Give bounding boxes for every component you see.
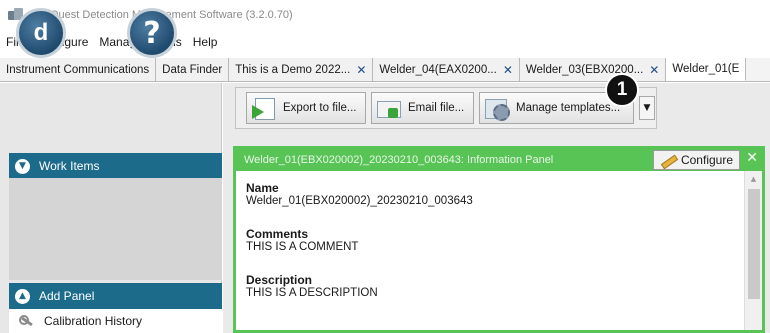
callout-marker: 1	[605, 73, 639, 107]
description-label: Description	[246, 273, 313, 287]
export-label: Export to file...	[283, 102, 357, 114]
email-label: Email file...	[408, 102, 465, 114]
close-icon[interactable]: ✕	[356, 63, 366, 77]
close-icon[interactable]: ✕	[746, 150, 758, 166]
tab-data-finder[interactable]: Data Finder	[156, 58, 230, 81]
templates-label: Manage templates...	[516, 102, 621, 114]
title-bar: TSI|Quest Detection Management Software …	[0, 0, 770, 30]
export-icon	[251, 96, 277, 120]
chevron-down-icon: ▼	[15, 158, 30, 174]
dashboard-logo-icon[interactable]: d	[16, 8, 66, 58]
scroll-thumb[interactable]	[748, 189, 760, 299]
menu-help[interactable]: Help	[193, 35, 218, 49]
close-icon[interactable]: ✕	[649, 63, 659, 77]
configure-button[interactable]: Configure	[652, 150, 740, 170]
document-tabs: Instrument Communications Data Finder Th…	[0, 58, 770, 82]
menu-bar: File Configure Manage Tools Help	[0, 30, 770, 54]
name-label: Name	[246, 181, 279, 195]
tab-welder-01[interactable]: Welder_01(E	[666, 58, 747, 81]
pencil-icon	[660, 153, 676, 167]
tab-instrument-communications[interactable]: Instrument Communications	[0, 58, 157, 81]
information-panel: Welder_01(EBX020002)_20230210_003643: In…	[233, 146, 765, 333]
calibration-history-label: Calibration History	[44, 314, 143, 328]
work-items-header[interactable]: ▼ Work Items	[9, 153, 222, 179]
tab-label: Data Finder	[162, 63, 223, 76]
work-items-label: Work Items	[39, 159, 100, 173]
vertical-scrollbar[interactable]: ▲	[744, 171, 762, 330]
logo-letter: d	[33, 19, 49, 46]
toolbar-dropdown-button[interactable]: ▼	[639, 96, 655, 120]
templates-icon	[484, 96, 510, 121]
comments-label: Comments	[246, 227, 309, 241]
help-symbol: ?	[143, 15, 161, 51]
tab-label: This is a Demo 2022...	[235, 63, 351, 76]
work-items-area	[9, 178, 222, 280]
help-icon[interactable]: ?	[127, 8, 177, 58]
scroll-up-icon[interactable]: ▲	[745, 171, 762, 187]
tab-welder-03[interactable]: Welder_03(EBX0200... ✕	[519, 58, 667, 81]
email-file-button[interactable]: Email file...	[371, 92, 474, 124]
tab-label: Instrument Communications	[6, 63, 150, 76]
chevron-down-icon: ▼	[643, 103, 651, 113]
wrench-icon	[19, 315, 35, 327]
export-to-file-button[interactable]: Export to file...	[246, 92, 366, 124]
chevron-up-icon: ▲	[15, 288, 30, 304]
configure-label: Configure	[680, 153, 733, 167]
add-panel-label: Add Panel	[39, 289, 95, 303]
panel-title: Welder_01(EBX020002)_20230210_003643: In…	[244, 154, 554, 166]
add-panel-header[interactable]: ▲ Add Panel	[9, 283, 222, 309]
comments-value: THIS IS A COMMENT	[246, 241, 359, 253]
description-value: THIS IS A DESCRIPTION	[246, 287, 378, 299]
name-value: Welder_01(EBX020002)_20230210_003643	[246, 195, 473, 207]
close-icon[interactable]: ✕	[503, 63, 513, 77]
tab-label: Welder_04(EAX0200...	[379, 63, 497, 76]
toolbar: Export to file... Email file... Manage t…	[235, 87, 657, 129]
tab-welder-04[interactable]: Welder_04(EAX0200... ✕	[373, 58, 520, 81]
panel-body: Name Welder_01(EBX020002)_20230210_00364…	[236, 171, 762, 330]
tab-label: Welder_01(E	[672, 63, 740, 75]
callout-number: 1	[616, 79, 628, 100]
email-icon	[376, 96, 402, 120]
panel-header: Welder_01(EBX020002)_20230210_003643: In…	[236, 149, 762, 171]
calibration-history-item[interactable]: Calibration History	[9, 309, 222, 333]
tab-demo-2022[interactable]: This is a Demo 2022... ✕	[229, 58, 374, 81]
